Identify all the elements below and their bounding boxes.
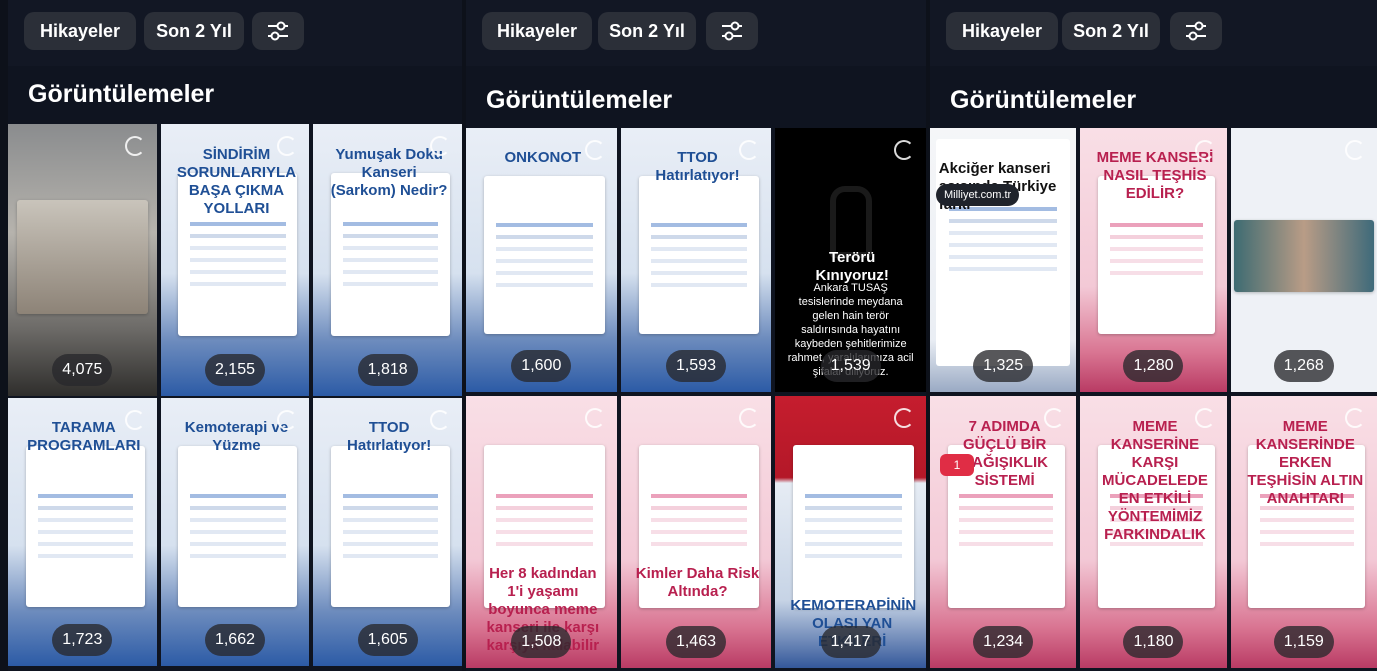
time-range-chip[interactable]: Son 2 Yıl bbox=[1062, 12, 1160, 50]
section-title: Görüntülemeler bbox=[950, 86, 1137, 114]
loading-spinner-icon bbox=[739, 408, 760, 428]
story-tile[interactable]: TARAMA PROGRAMLARI 1,723 bbox=[8, 398, 157, 666]
loading-spinner-icon bbox=[1194, 140, 1215, 160]
like-badge: 1 bbox=[940, 454, 974, 476]
story-tile[interactable]: TTOD Hatırlatıyor! 1,593 bbox=[620, 128, 772, 392]
story-headline: SİNDİRİM SORUNLARIYLA BAŞA ÇIKMA YOLLARI bbox=[176, 145, 297, 217]
view-count: 1,280 bbox=[1123, 350, 1184, 382]
story-headline: Terörü Kınıyoruz! bbox=[815, 249, 889, 285]
loading-spinner-icon bbox=[1344, 140, 1365, 160]
story-tile[interactable]: Yumuşak Doku Kanseri (Sarkom) Nedir? 1,81… bbox=[313, 124, 462, 396]
section-title: Görüntülemeler bbox=[28, 80, 215, 108]
story-headline: MEME KANSERİNDE ERKEN TEŞHİSİN ALTIN ANA… bbox=[1247, 417, 1364, 507]
story-tile[interactable]: Terörü Kınıyoruz! Ankara TUSAŞ tesislerin… bbox=[775, 128, 926, 392]
loading-spinner-icon bbox=[429, 136, 450, 156]
loading-spinner-icon bbox=[1344, 408, 1365, 428]
story-tile[interactable]: ONKONOT 1,600 bbox=[466, 128, 617, 392]
loading-spinner-icon bbox=[584, 408, 605, 428]
sliders-icon bbox=[268, 21, 288, 41]
story-tile[interactable]: SİNDİRİM SORUNLARIYLA BAŞA ÇIKMA YOLLARI… bbox=[160, 124, 310, 396]
view-count: 4,075 bbox=[52, 354, 113, 386]
story-preview bbox=[638, 175, 760, 334]
loading-spinner-icon bbox=[893, 140, 914, 160]
story-tile[interactable]: 7 ADIMDA GÜÇLÜ BİR BAĞIŞIKLIK SİSTEMİ 1 1,… bbox=[930, 396, 1077, 668]
view-count: 1,325 bbox=[973, 350, 1034, 382]
link-sticker[interactable]: Milliyet.com.tr bbox=[936, 184, 1020, 206]
loading-spinner-icon bbox=[584, 140, 605, 160]
filter-bar: Hikayeler Son 2 Yıl bbox=[8, 0, 462, 66]
sliders-icon bbox=[1186, 21, 1206, 41]
insights-panel: Hikayeler Son 2 Yıl Görüntülemeler 4,075 SİN… bbox=[8, 0, 462, 671]
story-tile[interactable]: TTOD Hatırlatıyor! 1,605 bbox=[313, 398, 462, 666]
story-preview bbox=[25, 446, 145, 608]
view-count: 1,605 bbox=[357, 624, 418, 656]
filter-bar: Hikayeler Son 2 Yıl bbox=[466, 0, 926, 66]
view-count: 1,662 bbox=[204, 624, 265, 656]
sliders-icon bbox=[722, 21, 742, 41]
section-title: Görüntülemeler bbox=[486, 86, 673, 114]
view-count: 1,723 bbox=[52, 624, 113, 656]
story-preview bbox=[1233, 220, 1375, 292]
view-count: 1,417 bbox=[820, 626, 881, 658]
view-count: 1,593 bbox=[665, 350, 726, 382]
filter-settings-button[interactable] bbox=[1170, 12, 1222, 50]
story-headline: Yumuşak Doku Kanseri (Sarkom) Nedir? bbox=[330, 145, 448, 199]
time-range-chip[interactable]: Son 2 Yıl bbox=[598, 12, 696, 50]
story-preview bbox=[793, 444, 914, 609]
story-headline: MEME KANSERİNE KARŞI MÜCADELEDE EN ETKİL… bbox=[1102, 417, 1208, 543]
story-tile[interactable]: Akciğer kanseri aşısında Türkiye farkıMi… bbox=[930, 128, 1077, 392]
loading-spinner-icon bbox=[893, 408, 914, 428]
filter-settings-button[interactable] bbox=[252, 12, 304, 50]
view-count: 2,155 bbox=[204, 354, 265, 386]
stories-filter-chip[interactable]: Hikayeler bbox=[24, 12, 136, 50]
insights-panel: Hikayeler Son 2 Yıl Görüntülemeler Akciğer … bbox=[930, 0, 1377, 671]
time-range-chip[interactable]: Son 2 Yıl bbox=[144, 12, 244, 50]
story-tile[interactable]: MEME KANSERİNDE ERKEN TEŞHİSİN ALTIN ANA… bbox=[1230, 396, 1377, 668]
view-count: 1,234 bbox=[973, 626, 1034, 658]
story-tile[interactable]: Kemoterapi ve Yüzme 1,662 bbox=[160, 398, 310, 666]
story-preview bbox=[178, 446, 298, 608]
story-tile[interactable]: MEME KANSERİNE KARŞI MÜCADELEDE EN ETKİL… bbox=[1080, 396, 1227, 668]
view-count: 1,818 bbox=[357, 354, 418, 386]
stories-filter-chip[interactable]: Hikayeler bbox=[946, 12, 1058, 50]
story-tile[interactable]: MEME KANSERİ NASIL TEŞHİS EDİLİR? 1,280 bbox=[1080, 128, 1227, 392]
loading-spinner-icon bbox=[124, 136, 145, 156]
loading-spinner-icon bbox=[1194, 408, 1215, 428]
view-count: 1,463 bbox=[665, 626, 726, 658]
view-count: 1,180 bbox=[1123, 626, 1184, 658]
story-tile[interactable]: 4,075 bbox=[8, 124, 157, 396]
view-count: 1,268 bbox=[1273, 350, 1334, 382]
view-count: 1,159 bbox=[1273, 626, 1334, 658]
insights-panel: Hikayeler Son 2 Yıl Görüntülemeler ONKONOT 1… bbox=[466, 0, 926, 671]
story-headline: MEME KANSERİ NASIL TEŞHİS EDİLİR? bbox=[1096, 149, 1214, 203]
story-preview bbox=[484, 175, 605, 334]
filter-bar: Hikayeler Son 2 Yıl bbox=[930, 0, 1377, 66]
story-headline: Kimler Daha Risk Altında? bbox=[635, 564, 760, 600]
black-ribbon-icon bbox=[829, 186, 872, 259]
loading-spinner-icon bbox=[124, 410, 145, 430]
view-count: 1,600 bbox=[511, 350, 572, 382]
stories-filter-chip[interactable]: Hikayeler bbox=[482, 12, 592, 50]
story-tile[interactable]: KEMOTERAPİNİN OLASI YAN ETKİLERİ1,417 bbox=[775, 396, 926, 668]
story-preview bbox=[16, 200, 148, 315]
story-tile[interactable]: 1,268 bbox=[1230, 128, 1377, 392]
view-count: 1,539 bbox=[820, 350, 881, 382]
story-tile[interactable]: Her 8 kadından 1'i yaşamı boyunca meme k… bbox=[466, 396, 617, 668]
filter-settings-button[interactable] bbox=[706, 12, 758, 50]
loading-spinner-icon bbox=[429, 410, 450, 430]
story-tile[interactable]: Kimler Daha Risk Altında? 1,463 bbox=[620, 396, 772, 668]
story-preview bbox=[331, 446, 451, 608]
view-count: 1,508 bbox=[511, 626, 572, 658]
